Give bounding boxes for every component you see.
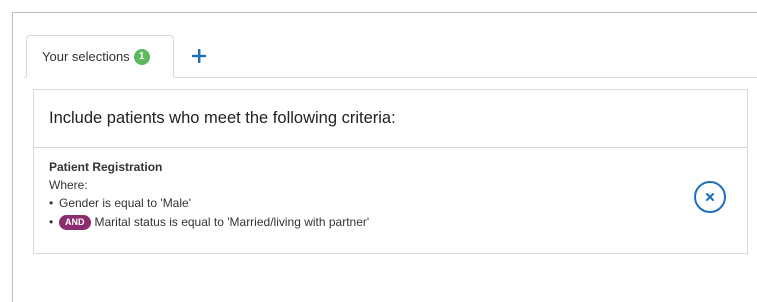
where-label: Where:	[49, 177, 88, 192]
and-operator-badge: AND	[59, 215, 91, 231]
criteria-title: Patient Registration	[49, 160, 163, 174]
remove-criteria-button[interactable]	[694, 181, 726, 213]
tab-label: Your selections	[42, 49, 130, 64]
condition-item: • Gender is equal to 'Male'	[49, 196, 732, 212]
condition-text: Marital status is equal to 'Married/livi…	[94, 214, 370, 229]
close-icon	[706, 193, 714, 201]
plus-icon	[192, 49, 206, 63]
bullet: •	[49, 196, 54, 211]
criteria-block: Patient Registration Where: • Gender is …	[34, 148, 747, 231]
tab-bar: Your selections 1	[24, 35, 757, 78]
criteria-panel: Include patients who meet the following …	[33, 89, 748, 254]
condition-text: Gender is equal to 'Male'	[59, 196, 191, 211]
add-tab-button[interactable]	[184, 43, 214, 69]
selection-count-badge: 1	[133, 48, 150, 65]
panel-heading: Include patients who meet the following …	[34, 90, 747, 148]
tab-your-selections[interactable]: Your selections 1	[26, 35, 174, 78]
condition-item: • AND Marital status is equal to 'Marrie…	[49, 215, 732, 231]
bullet: •	[49, 214, 54, 229]
